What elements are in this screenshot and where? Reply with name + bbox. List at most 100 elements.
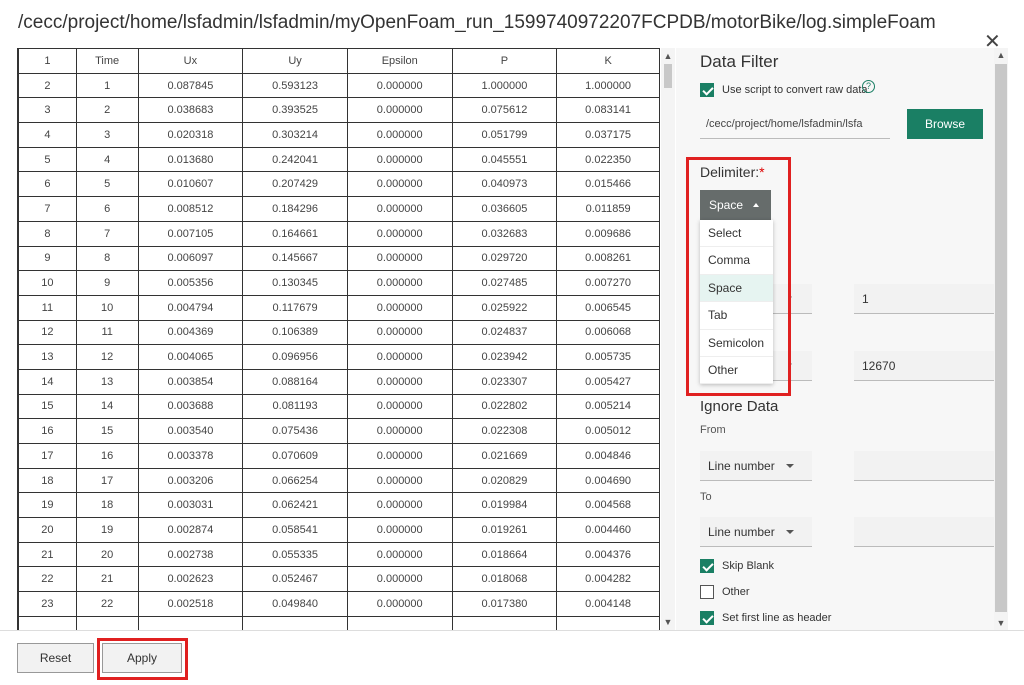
table-cell[interactable]: 0.051799 (451, 122, 558, 148)
table-cell[interactable]: 23 (18, 591, 77, 617)
table-cell[interactable] (18, 615, 77, 630)
delimiter-select[interactable]: Space (700, 190, 771, 220)
table-cell[interactable]: 0.045551 (451, 146, 558, 173)
table-cell[interactable]: 14 (18, 368, 77, 395)
delimiter-option-selected[interactable]: Space (700, 274, 773, 303)
table-cell[interactable] (346, 615, 453, 630)
table-cell[interactable]: 11 (18, 294, 77, 321)
table-cell[interactable]: 10 (75, 294, 139, 321)
table-cell[interactable]: 0.393525 (242, 97, 348, 124)
table-cell[interactable]: 0.000000 (346, 72, 453, 99)
table-cell[interactable]: 0.000000 (346, 270, 453, 296)
table-cell[interactable]: 0.303214 (242, 122, 348, 148)
table-cell[interactable]: 0.002738 (137, 541, 244, 568)
table-cell[interactable]: 0.000000 (346, 591, 453, 617)
table-cell[interactable]: 0.005356 (137, 270, 244, 296)
table-cell[interactable]: 0.023942 (451, 344, 558, 370)
table-cell[interactable]: 0.005735 (556, 344, 660, 370)
table-cell[interactable]: 0.022802 (451, 393, 558, 420)
table-cell[interactable]: 3 (18, 97, 77, 124)
table-cell[interactable]: 0.002518 (137, 591, 244, 617)
table-cell[interactable]: 5 (18, 146, 77, 173)
table-cell[interactable]: 0.000000 (346, 393, 453, 420)
table-cell[interactable]: Uy (242, 48, 348, 74)
scroll-up-icon[interactable]: ▲ (994, 50, 1008, 60)
table-cell[interactable]: 0.027485 (451, 270, 558, 296)
table-cell[interactable]: 1.000000 (556, 72, 660, 99)
table-cell[interactable]: 16 (18, 418, 77, 444)
table-cell[interactable]: 0.006068 (556, 319, 660, 346)
table-cell[interactable]: 12 (18, 319, 77, 346)
table-cell[interactable]: 1 (18, 48, 77, 74)
table-cell[interactable]: 7 (18, 196, 77, 222)
table-cell[interactable]: 0.002874 (137, 517, 244, 543)
table-cell[interactable]: 0.087845 (137, 72, 244, 99)
table-cell[interactable]: 11 (75, 319, 139, 346)
table-cell[interactable]: 0.000000 (346, 492, 453, 519)
delimiter-option[interactable]: Select (700, 220, 773, 248)
table-cell[interactable]: 0.184296 (242, 196, 348, 222)
delimiter-option[interactable]: Comma (700, 247, 773, 275)
table-cell[interactable]: 0.023307 (451, 368, 558, 395)
table-cell[interactable]: 0.022350 (556, 146, 660, 173)
table-cell[interactable]: 0.145667 (242, 245, 348, 272)
browse-button[interactable]: Browse (907, 109, 983, 139)
table-cell[interactable]: 0.000000 (346, 541, 453, 568)
table-cell[interactable]: 13 (18, 344, 77, 370)
skip-blank-checkbox[interactable] (700, 559, 714, 573)
table-cell[interactable]: 1 (75, 72, 139, 99)
table-cell[interactable]: 0.003854 (137, 368, 244, 395)
scroll-thumb[interactable] (664, 64, 672, 88)
panel-scrollbar[interactable]: ▲ ▼ (994, 48, 1008, 630)
table-cell[interactable]: 0.207429 (242, 171, 348, 198)
table-cell[interactable]: 0.019984 (451, 492, 558, 519)
table-cell[interactable]: 0.000000 (346, 418, 453, 444)
table-cell[interactable]: P (451, 48, 558, 74)
table-cell[interactable]: 0.088164 (242, 368, 348, 395)
table-cell[interactable]: 0.096956 (242, 344, 348, 370)
table-cell[interactable]: Ux (137, 48, 244, 74)
table-cell[interactable]: 20 (18, 517, 77, 543)
table-cell[interactable]: 3 (75, 122, 139, 148)
table-cell[interactable]: 0.000000 (346, 97, 453, 124)
table-cell[interactable]: 0.003688 (137, 393, 244, 420)
reset-button[interactable]: Reset (17, 643, 94, 673)
table-cell[interactable]: 0.025922 (451, 294, 558, 321)
table-cell[interactable]: 0.000000 (346, 171, 453, 198)
table-cell[interactable]: 0.002623 (137, 566, 244, 593)
table-cell[interactable]: 8 (75, 245, 139, 272)
table-cell[interactable]: 0.003031 (137, 492, 244, 519)
table-cell[interactable]: 0.000000 (346, 122, 453, 148)
table-cell[interactable]: 0.021669 (451, 443, 558, 469)
table-cell[interactable]: Time (75, 48, 139, 74)
table-cell[interactable]: 4 (75, 146, 139, 173)
table-cell[interactable] (242, 615, 348, 630)
table-cell[interactable]: 19 (75, 517, 139, 543)
table-cell[interactable]: 0.000000 (346, 368, 453, 395)
table-cell[interactable]: 0.006545 (556, 294, 660, 321)
table-cell[interactable]: 0.004460 (556, 517, 660, 543)
from-line-input[interactable] (854, 451, 994, 481)
table-cell[interactable]: 0.007270 (556, 270, 660, 296)
other-checkbox[interactable] (700, 585, 714, 599)
table-cell[interactable]: 10 (18, 270, 77, 296)
table-cell[interactable]: 0.000000 (346, 294, 453, 321)
table-cell[interactable]: 0.018664 (451, 541, 558, 568)
table-cell[interactable]: 0.052467 (242, 566, 348, 593)
table-cell[interactable]: 22 (18, 566, 77, 593)
table-cell[interactable]: 0.007105 (137, 220, 244, 247)
table-cell[interactable]: 0.164661 (242, 220, 348, 247)
to-line-select[interactable]: Line number (700, 517, 812, 547)
table-cell[interactable]: 15 (75, 418, 139, 444)
table-cell[interactable]: 0.004568 (556, 492, 660, 519)
table-cell[interactable]: 0.011859 (556, 196, 660, 222)
table-cell[interactable]: 0.022308 (451, 418, 558, 444)
use-script-checkbox[interactable] (700, 83, 714, 97)
table-cell[interactable]: 0.130345 (242, 270, 348, 296)
table-cell[interactable]: 0.038683 (137, 97, 244, 124)
table-cell[interactable]: 0.008261 (556, 245, 660, 272)
table-cell[interactable]: 1.000000 (451, 72, 558, 99)
table-cell[interactable]: 4 (18, 122, 77, 148)
table-cell[interactable]: 0.013680 (137, 146, 244, 173)
table-cell[interactable]: 0.066254 (242, 467, 348, 494)
